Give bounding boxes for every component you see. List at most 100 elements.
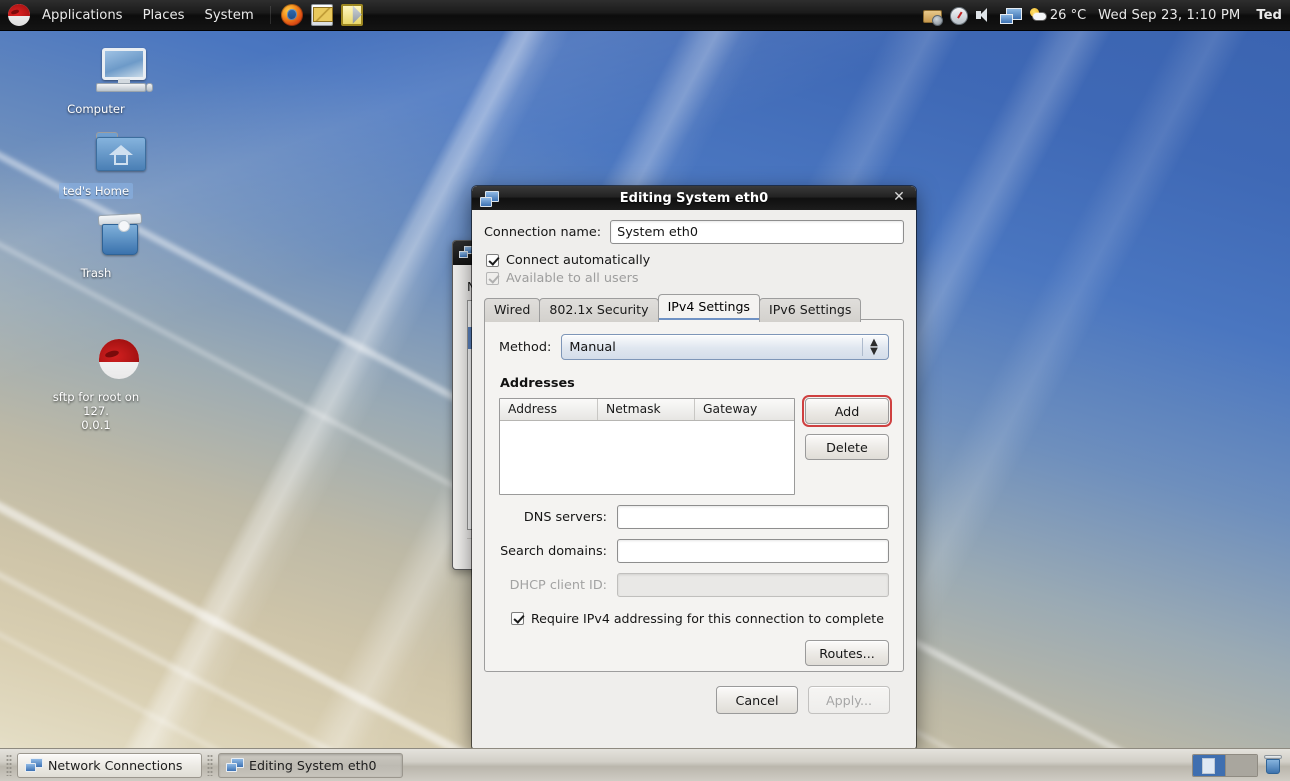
routes-row: Routes... — [499, 640, 889, 666]
tab-wired[interactable]: Wired — [484, 298, 540, 322]
dns-servers-label: DNS servers: — [499, 510, 617, 525]
bottom-panel-right — [1192, 754, 1284, 777]
computer-icon — [40, 48, 152, 98]
method-selected-value: Manual — [569, 340, 616, 355]
tab-ipv4-settings[interactable]: IPv4 Settings — [658, 294, 760, 320]
dhcp-client-id-input — [617, 573, 889, 597]
desktop-icon-home-label: ted's Home — [59, 183, 133, 199]
connection-name-row: Connection name: — [484, 220, 904, 244]
temperature-label: 26 °C — [1050, 8, 1086, 23]
sun-behind-cloud-icon — [1030, 8, 1046, 22]
network-manager-icon — [480, 191, 497, 206]
network-manager-icon — [226, 758, 242, 772]
dhcp-client-id-label: DHCP client ID: — [499, 578, 617, 593]
tab-8021x-security[interactable]: 802.1x Security — [539, 298, 658, 322]
settings-tabs: Wired 802.1x Security IPv4 Settings IPv6… — [484, 295, 904, 320]
dialog-actions: Cancel Apply... — [484, 672, 904, 714]
method-dropdown[interactable]: Manual ▲▼ — [561, 334, 889, 360]
available-to-all-users-label: Available to all users — [506, 271, 639, 286]
taskbar-network-connections-label: Network Connections — [48, 758, 182, 773]
desktop-icon-computer-label: Computer — [63, 101, 129, 117]
workspace-1[interactable] — [1193, 755, 1225, 776]
add-address-button[interactable]: Add — [805, 398, 889, 424]
dns-servers-input[interactable] — [617, 505, 889, 529]
column-header-netmask: Netmask — [597, 399, 694, 420]
delete-address-button[interactable]: Delete — [805, 434, 889, 460]
workspace-2[interactable] — [1225, 755, 1257, 776]
routes-button[interactable]: Routes... — [805, 640, 889, 666]
addresses-table-header: Address Netmask Gateway — [500, 399, 794, 421]
tab-ipv6-settings[interactable]: IPv6 Settings — [759, 298, 861, 322]
checkbox-check-icon — [511, 612, 524, 625]
column-header-gateway: Gateway — [694, 399, 794, 420]
column-header-address: Address — [500, 399, 597, 420]
redhat-sphere-icon — [40, 322, 152, 372]
clock-applet[interactable]: Wed Sep 23, 1:10 PM — [1098, 8, 1240, 23]
network-manager-icon[interactable] — [998, 4, 1022, 26]
menu-applications[interactable]: Applications — [33, 6, 132, 25]
apply-button: Apply... — [808, 686, 890, 714]
method-row: Method: Manual ▲▼ — [499, 334, 889, 360]
network-manager-icon — [25, 758, 41, 772]
evolution-mail-launcher-icon[interactable] — [311, 4, 333, 26]
taskbar-editing-system-eth0[interactable]: Editing System eth0 — [218, 753, 403, 778]
addresses-side-buttons: Add Delete — [805, 398, 889, 460]
desktop-icon-trash-label: Trash — [77, 265, 116, 281]
desktop-icon-trash[interactable]: Trash — [40, 212, 152, 281]
connection-name-label: Connection name: — [484, 225, 601, 240]
desktop-icon-computer[interactable]: Computer — [40, 48, 152, 117]
checkbox-check-icon — [486, 272, 499, 285]
chevron-updown-icon: ▲▼ — [864, 338, 884, 356]
system-monitor-gauge-icon[interactable] — [946, 4, 970, 26]
desktop-icon-sftp[interactable]: sftp for root on 127. 0.0.1 — [40, 308, 152, 433]
addresses-section-title: Addresses — [500, 376, 889, 391]
addresses-table[interactable]: Address Netmask Gateway — [499, 398, 795, 495]
menu-system[interactable]: System — [196, 6, 263, 25]
close-icon[interactable]: ✕ — [891, 190, 907, 206]
taskbar-editing-system-eth0-label: Editing System eth0 — [249, 758, 377, 773]
dns-servers-row: DNS servers: — [499, 505, 889, 529]
checkbox-check-icon — [486, 254, 499, 267]
top-panel: Applications Places System 26 °C Wed Sep… — [0, 0, 1290, 31]
text-editor-launcher-icon[interactable] — [341, 4, 363, 26]
search-domains-row: Search domains: — [499, 539, 889, 563]
panel-grip[interactable] — [207, 754, 213, 776]
panel-grip[interactable] — [6, 754, 12, 776]
package-updater-icon[interactable] — [920, 4, 944, 26]
home-folder-icon — [40, 130, 152, 180]
editing-connection-dialog[interactable]: Editing System eth0 ✕ Connection name: C… — [472, 186, 916, 749]
dialog-content: Connection name: Connect automatically A… — [472, 210, 916, 714]
menu-places[interactable]: Places — [134, 6, 194, 25]
taskbar-network-connections[interactable]: Network Connections — [17, 753, 202, 778]
connect-automatically-label: Connect automatically — [506, 253, 650, 268]
addresses-table-body[interactable] — [500, 421, 794, 494]
combo-divider — [862, 338, 863, 356]
require-ipv4-label: Require IPv4 addressing for this connect… — [531, 611, 884, 626]
available-to-all-users-checkbox: Available to all users — [486, 271, 904, 286]
redhat-logo-icon[interactable] — [8, 4, 30, 26]
dhcp-client-id-row: DHCP client ID: — [499, 573, 889, 597]
connection-name-input[interactable] — [610, 220, 904, 244]
volume-speaker-icon[interactable] — [972, 4, 996, 26]
user-menu[interactable]: Ted — [1256, 8, 1282, 23]
search-domains-label: Search domains: — [499, 544, 617, 559]
trash-applet-icon[interactable] — [1262, 754, 1284, 776]
workspace-switcher[interactable] — [1192, 754, 1258, 777]
desktop-icon-sftp-label: sftp for root on 127. 0.0.1 — [40, 389, 152, 433]
connect-automatically-checkbox[interactable]: Connect automatically — [486, 253, 904, 268]
addresses-area: Address Netmask Gateway Add Delete — [499, 398, 889, 495]
require-ipv4-checkbox[interactable]: Require IPv4 addressing for this connect… — [511, 611, 889, 626]
search-domains-input[interactable] — [617, 539, 889, 563]
weather-applet[interactable]: 26 °C — [1030, 8, 1086, 23]
method-label: Method: — [499, 340, 551, 355]
system-tray: 26 °C Wed Sep 23, 1:10 PM Ted — [920, 4, 1290, 26]
trash-icon — [40, 212, 152, 262]
firefox-launcher-icon[interactable] — [281, 4, 303, 26]
dialog-titlebar[interactable]: Editing System eth0 ✕ — [472, 186, 916, 210]
ipv4-settings-panel: Method: Manual ▲▼ Addresses Address Netm… — [484, 319, 904, 672]
desktop-icon-home[interactable]: ted's Home — [40, 130, 152, 199]
cancel-button[interactable]: Cancel — [716, 686, 798, 714]
dialog-title: Editing System eth0 — [472, 191, 916, 206]
panel-separator — [270, 6, 271, 24]
bottom-panel: Network Connections Editing System eth0 — [0, 748, 1290, 781]
